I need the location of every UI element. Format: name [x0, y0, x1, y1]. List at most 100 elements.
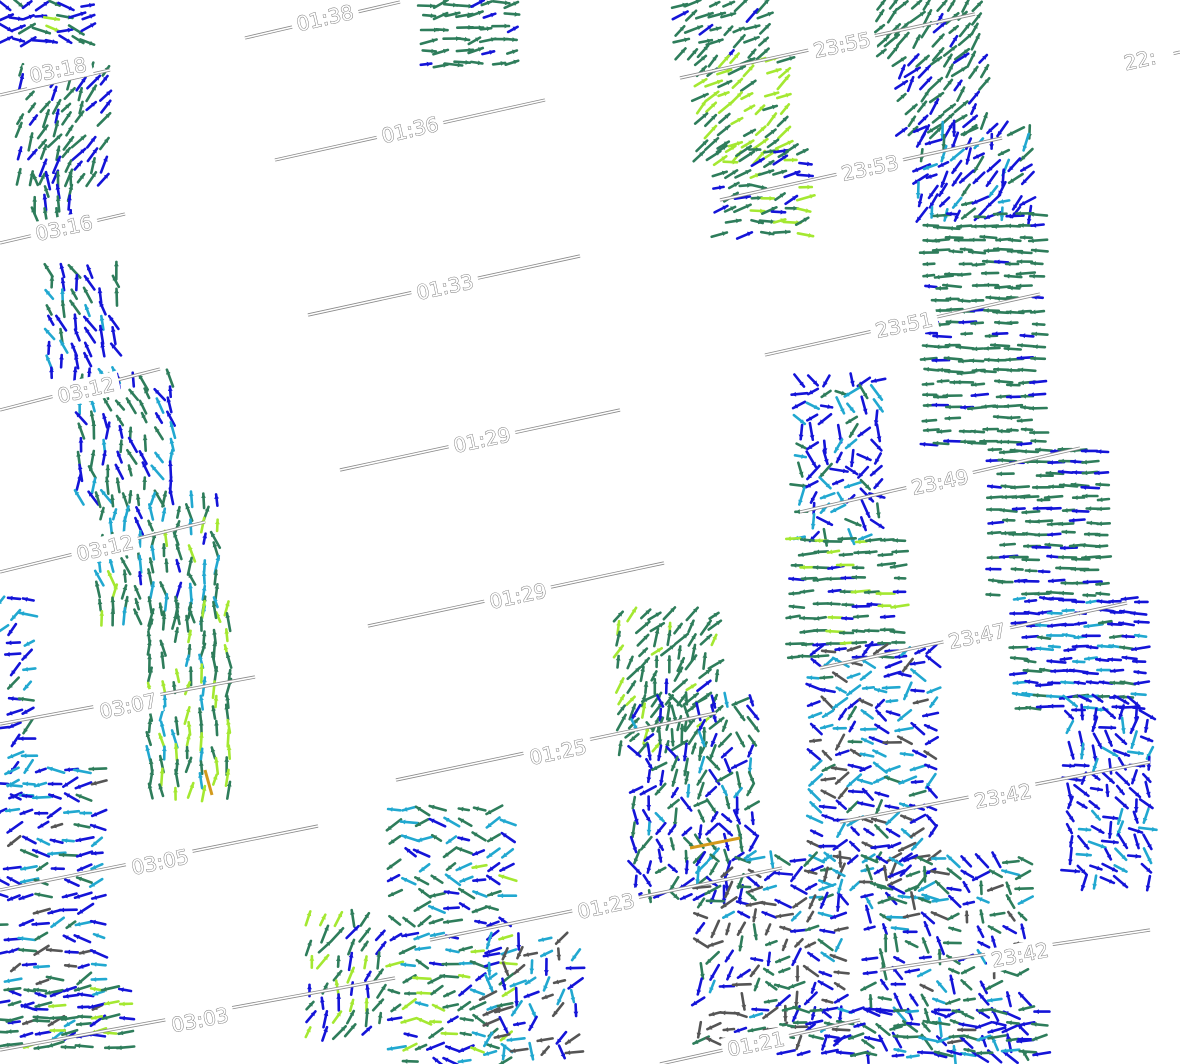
wind-arrow	[428, 1027, 444, 1040]
wind-arrow	[910, 688, 925, 693]
wind-arrow	[1126, 853, 1142, 859]
wind-arrow	[199, 642, 207, 658]
wind-arrow	[833, 981, 846, 991]
wind-arrow	[927, 76, 944, 92]
wind-arrow	[707, 940, 724, 948]
wind-arrow	[304, 1026, 312, 1039]
wind-arrow	[740, 92, 754, 101]
wind-arrow	[743, 35, 760, 44]
wind-arrow	[893, 932, 899, 953]
wind-arrow	[0, 923, 9, 927]
wind-arrow	[991, 1021, 1007, 1027]
wind-arrow	[819, 891, 829, 909]
wind-arrow	[529, 959, 535, 975]
wind-arrow	[503, 11, 521, 17]
wind-arrow	[197, 707, 203, 723]
wind-arrow	[723, 25, 734, 37]
wind-arrow	[1081, 459, 1100, 465]
wind-arrow	[821, 749, 833, 761]
wind-arrow	[791, 400, 807, 410]
wind-arrow	[84, 303, 91, 318]
wind-arrow	[201, 570, 207, 585]
time-label-text: 03:07	[97, 688, 158, 723]
wind-arrow	[796, 207, 812, 213]
wind-arrow	[883, 775, 903, 784]
wind-arrow	[886, 7, 898, 24]
wind-arrow	[137, 570, 143, 586]
wind-arrow	[201, 492, 206, 510]
wind-arrow	[1060, 580, 1075, 586]
wind-arrow	[401, 805, 417, 812]
wind-arrow	[99, 488, 114, 505]
wind-arrow	[43, 327, 56, 341]
wind-arrow	[743, 104, 756, 112]
wind-arrow	[860, 981, 877, 992]
wind-arrow	[985, 979, 1004, 991]
wind-arrow	[860, 709, 874, 720]
wind-arrow	[348, 998, 355, 1013]
wind-arrow	[99, 74, 109, 86]
wind-arrow	[414, 946, 432, 952]
wind-arrow	[792, 1005, 811, 1014]
wind-arrow	[774, 192, 786, 201]
wind-arrow	[906, 75, 915, 93]
wind-arrow	[670, 727, 676, 747]
wind-arrow	[22, 680, 33, 691]
wind-arrow	[99, 89, 113, 102]
wind-arrow	[958, 261, 973, 267]
wind-arrow	[818, 882, 837, 892]
wind-arrow	[1028, 379, 1048, 385]
wind-arrow	[79, 810, 93, 816]
wind-arrow	[834, 733, 846, 751]
wind-arrow	[34, 931, 49, 941]
wind-arrow	[491, 61, 507, 66]
wind-arrow	[6, 820, 24, 834]
wind-arrow	[716, 771, 734, 783]
wind-arrow	[721, 910, 736, 920]
wind-arrow	[430, 874, 444, 885]
wind-arrow	[976, 925, 985, 939]
wind-arrow	[809, 829, 824, 838]
wind-arrow	[850, 826, 860, 837]
wind-arrow	[908, 993, 919, 1007]
wind-arrow	[745, 875, 760, 888]
wind-arrow	[70, 147, 87, 162]
wind-arrow	[443, 889, 460, 895]
wind-arrow	[459, 1031, 473, 1037]
wind-arrow	[540, 1045, 551, 1057]
wind-arrow	[109, 342, 123, 357]
wind-arrow	[788, 591, 801, 596]
wind-arrow	[1089, 864, 1103, 871]
wind-arrow	[127, 489, 133, 504]
wind-arrow	[541, 993, 554, 1000]
wind-arrow	[666, 629, 672, 647]
wind-arrow	[774, 854, 791, 866]
wind-arrow	[537, 936, 553, 942]
wind-arrow	[924, 138, 943, 146]
wind-arrow	[1006, 126, 1026, 137]
wind-arrow	[1140, 862, 1153, 874]
time-label-text: 23:42	[989, 938, 1050, 973]
wind-arrow	[723, 691, 729, 708]
wind-arrow	[1017, 856, 1034, 866]
wind-arrow	[708, 1010, 722, 1017]
wind-arrow	[145, 730, 152, 747]
wind-arrow	[5, 640, 22, 646]
wind-arrow	[359, 911, 371, 927]
wind-arrow	[161, 507, 167, 522]
wind-arrow	[737, 910, 751, 919]
wind-arrow	[499, 862, 515, 873]
wind-arrow	[838, 552, 854, 558]
wind-arrow	[722, 1027, 736, 1032]
wind-arrow	[818, 804, 837, 810]
wind-arrow	[331, 1010, 343, 1024]
wind-arrow	[733, 1026, 748, 1034]
wind-arrow	[750, 195, 764, 201]
wind-arrow	[1031, 331, 1049, 337]
wind-arrow	[993, 378, 1014, 384]
wind-arrow	[155, 397, 165, 414]
wind-arrow	[892, 538, 907, 543]
wind-arrow	[1029, 273, 1046, 279]
wind-arrow	[471, 1031, 486, 1038]
wind-arrow	[69, 299, 81, 316]
